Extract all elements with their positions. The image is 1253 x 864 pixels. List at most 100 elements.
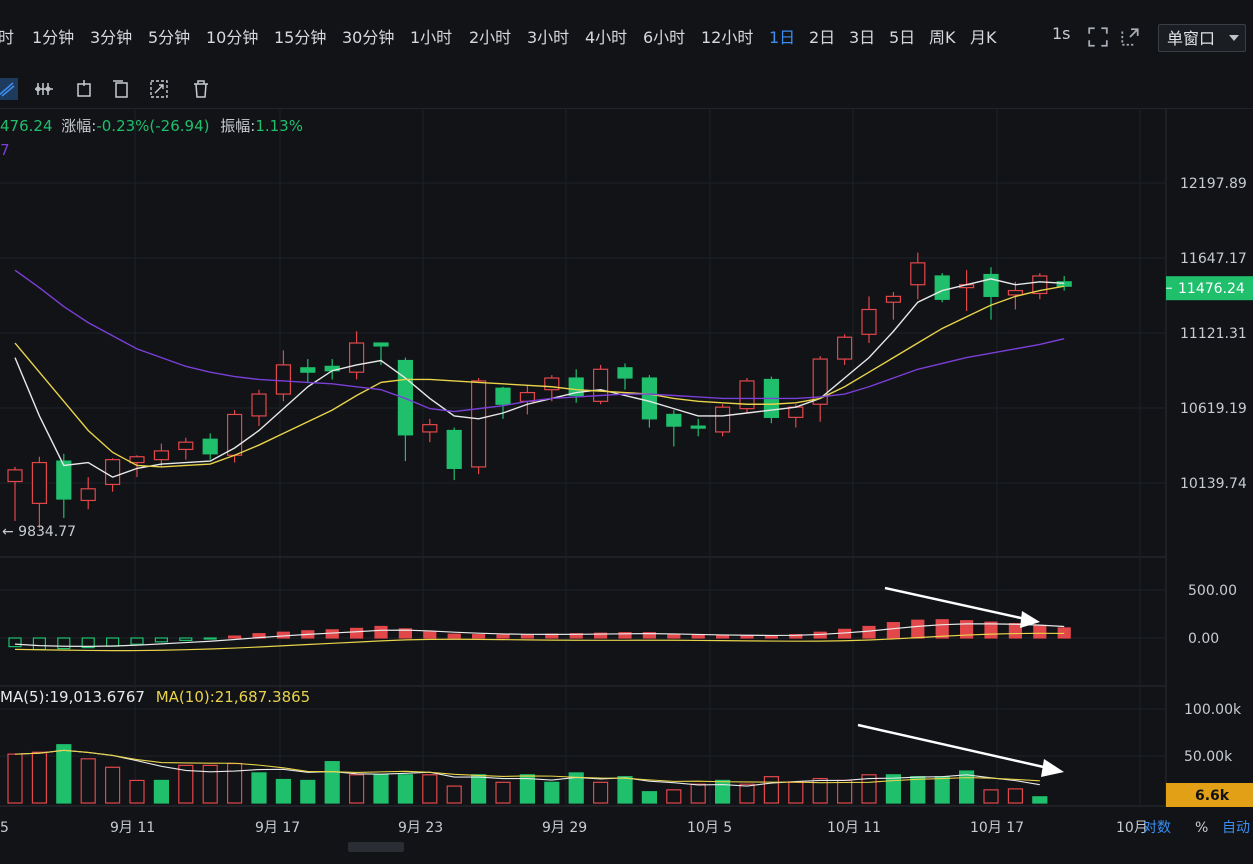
timeframe-15[interactable]: 2日 (809, 24, 835, 48)
macd-bar-negative (8, 637, 22, 648)
volume-bar-up (1007, 788, 1024, 804)
macd-bar-negative (57, 637, 71, 650)
candlestick-chart[interactable]: 12197.89 11647.17 11121.31 10619.19 10139.74… (0, 108, 1253, 838)
macd-bar-positive (935, 619, 949, 639)
volume-bar-up (129, 779, 145, 804)
macd-bar-positive (984, 621, 998, 639)
scroll-handle[interactable] (348, 842, 404, 852)
candle-up (80, 488, 96, 502)
timeframe-4[interactable]: 5分钟 (148, 24, 190, 48)
timeframe-8[interactable]: 1小时 (410, 24, 452, 48)
volume-bar-up (739, 783, 755, 804)
timeframe-17[interactable]: 5日 (889, 24, 915, 48)
candle-down (202, 438, 218, 455)
interval-label[interactable]: 1s (1052, 24, 1071, 43)
candle-down (666, 413, 682, 427)
x-tick-label: 9月 23 (398, 820, 443, 836)
macd-tick-label: 500.00 (1188, 583, 1237, 599)
timeframe-1[interactable]: 时 (0, 24, 14, 48)
drawing-toolbar (0, 70, 1253, 109)
volume-bar-up (836, 779, 853, 804)
timeframe-9[interactable]: 2小时 (469, 24, 511, 48)
macd-bar-positive (667, 633, 681, 639)
trendline-tool-icon[interactable] (0, 78, 18, 100)
timeframe-11[interactable]: 4小时 (585, 24, 627, 48)
candle-up (519, 391, 536, 402)
x-tick-label: 5 (0, 820, 9, 836)
candle-up (129, 456, 145, 464)
x-tick-label: 10月 11 (827, 820, 881, 836)
channel-tool-icon[interactable] (33, 78, 55, 100)
candle-down (983, 273, 999, 297)
volume-bar-up (666, 789, 682, 804)
percent-scale-toggle[interactable]: % (1195, 820, 1208, 836)
volume-bar-down (251, 772, 267, 804)
volume-ma5: MA(5):19,013.6767 (0, 688, 145, 706)
timeframe-7[interactable]: 30分钟 (342, 24, 394, 48)
macd-bar-positive (1033, 624, 1047, 639)
timeframe-12[interactable]: 6小时 (643, 24, 685, 48)
x-tick-label: 10月 17 (970, 820, 1024, 836)
volume-bar-down (300, 779, 316, 804)
timeframe-10[interactable]: 3小时 (527, 24, 569, 48)
scroll-strip (0, 838, 1253, 864)
timeframe-3[interactable]: 3分钟 (90, 24, 132, 48)
volume-bar-down (1032, 796, 1048, 804)
window-select[interactable]: 单窗口 (1158, 24, 1246, 52)
timeframe-19[interactable]: 月K (970, 24, 997, 48)
measure-tool-icon[interactable] (148, 78, 170, 100)
annotation-tool-icon[interactable] (73, 78, 95, 100)
timeframe-14[interactable]: 1日 (769, 24, 795, 48)
x-tick-label: 10月 5 (687, 820, 732, 836)
timeframe-18[interactable]: 周K (929, 24, 956, 48)
volume-bar-up (690, 783, 706, 804)
timeframe-5[interactable]: 10分钟 (206, 24, 258, 48)
volume-bar-up (349, 774, 365, 804)
candle-up (471, 380, 487, 468)
popout-icon[interactable] (1119, 26, 1141, 48)
volume-legend: MA(5):19,013.6767 MA(10):21,687.3865 (0, 688, 310, 706)
macd-bar-positive (911, 619, 925, 639)
copy-tool-icon[interactable] (110, 78, 132, 100)
macd-dea-line (14, 632, 1065, 652)
macd-bar-positive (886, 622, 901, 639)
price-tick-label: 10139.74 (1180, 476, 1247, 492)
volume-bar-up (495, 781, 511, 804)
macd-bar-positive (1008, 622, 1023, 639)
timeframe-2[interactable]: 1分钟 (32, 24, 74, 48)
window-select-value: 单窗口 (1167, 29, 1216, 48)
volume-bar-down (714, 779, 731, 804)
auto-scale-toggle[interactable]: 自动 (1222, 820, 1250, 836)
macd-bar-positive (472, 634, 486, 639)
volume-bar-up (788, 781, 804, 804)
macd-bar-negative (32, 637, 47, 651)
volume-bar-down (153, 779, 169, 804)
macd-bar-positive (374, 625, 388, 639)
candle-up (31, 461, 48, 504)
candle-down (56, 460, 72, 500)
volume-tick-label: 100.00k (1184, 702, 1242, 718)
timeframe-16[interactable]: 3日 (849, 24, 875, 48)
current-volume-label: 6.6k (1195, 788, 1230, 804)
macd-bar-negative (203, 637, 217, 640)
timeframe-6[interactable]: 15分钟 (274, 24, 326, 48)
candle-down (446, 429, 462, 469)
volume-bar-down (275, 778, 291, 804)
candle-up (1007, 289, 1024, 296)
volume-bar-down (324, 761, 340, 804)
volume-bar-down (910, 776, 926, 804)
candle-down (934, 275, 950, 300)
fullscreen-icon[interactable] (1087, 26, 1109, 48)
macd-bar-positive (350, 627, 364, 639)
timeframe-13[interactable]: 12小时 (701, 24, 753, 48)
candle-up (910, 262, 926, 286)
candle-up (422, 424, 438, 433)
log-scale-toggle[interactable]: 对数 (1143, 820, 1171, 836)
volume-bar-up (7, 753, 23, 804)
candle-down (641, 377, 658, 420)
trash-icon[interactable] (190, 78, 212, 100)
candle-up (592, 368, 609, 402)
trend-arrow-volume (857, 723, 1049, 770)
candle-up (227, 413, 243, 456)
volume-bar-up (422, 774, 438, 804)
